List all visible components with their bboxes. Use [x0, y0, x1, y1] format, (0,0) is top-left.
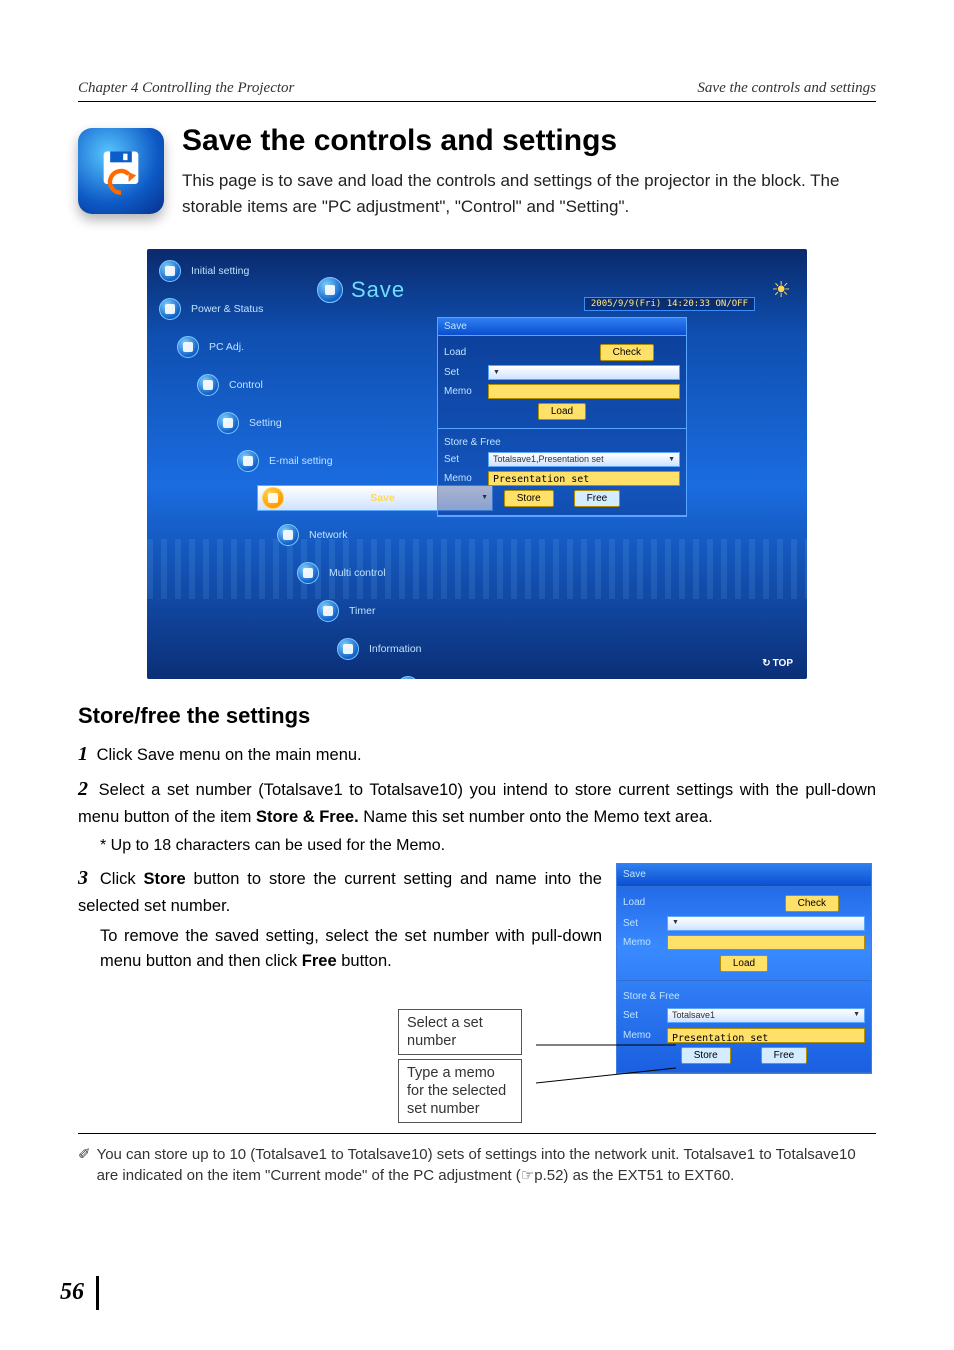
nav-timer[interactable]: Timer — [317, 597, 493, 625]
panel2-title: Save — [623, 869, 646, 880]
step-1-text: Click Save menu on the main menu. — [92, 746, 362, 764]
save-heading-badge: Save — [317, 277, 405, 303]
save-heading-icon — [317, 277, 343, 303]
footnote-text: You can store up to 10 (Totalsave1 to To… — [97, 1144, 876, 1188]
page-number: 56 — [60, 1279, 84, 1306]
callout-type-memo: Type a memo for the selected set number — [398, 1059, 522, 1123]
store-button[interactable]: Store — [504, 490, 554, 507]
set2-label: Set — [444, 454, 482, 465]
footnote: ✐ You can store up to 10 (Totalsave1 to … — [78, 1134, 876, 1188]
save-hero-icon — [78, 128, 164, 214]
page-number-bar — [96, 1276, 99, 1310]
save-panel: Save Load Check Set Memo Load Store & Fre… — [437, 317, 687, 517]
clock-display: 2005/9/9(Fri) 14:20:33 ON/OFF — [584, 297, 755, 311]
p2-load-button[interactable]: Load — [720, 955, 768, 972]
p2-load-memo — [667, 935, 865, 950]
step-2-note: * Up to 18 characters can be used for th… — [100, 834, 876, 859]
p2-free-button[interactable]: Free — [761, 1047, 808, 1064]
p2-store-button[interactable]: Store — [681, 1047, 731, 1064]
step-2b: Store & Free. — [256, 808, 359, 826]
p2-store-set-select[interactable]: Totalsave1 — [667, 1008, 865, 1023]
subheading: Store/free the settings — [78, 703, 876, 729]
pencil-icon: ✐ — [78, 1144, 91, 1188]
load-button[interactable]: Load — [538, 403, 586, 420]
step-3-num: 3 — [78, 867, 88, 889]
store-set-select[interactable]: Totalsave1,Presentation set — [488, 452, 680, 467]
memo-label: Memo — [444, 386, 482, 397]
store-memo-field[interactable]: Presentation set — [488, 471, 680, 486]
step-3f: button. — [337, 952, 392, 970]
save-panel-detail: Save LoadCheck Set Memo Load Store & Fre… — [616, 863, 872, 1074]
set-label: Set — [444, 367, 482, 378]
running-head-left: Chapter 4 Controlling the Projector — [78, 80, 294, 97]
step-3a: Click — [92, 870, 144, 888]
page-intro: This page is to save and load the contro… — [182, 168, 876, 221]
running-head-right: Save the controls and settings — [697, 80, 876, 97]
running-head: Chapter 4 Controlling the Projector Save… — [78, 80, 876, 102]
step-2-num: 2 — [78, 778, 88, 800]
step-3b: Store — [144, 870, 186, 888]
load-label: Load — [444, 347, 482, 358]
nav-multi-control[interactable]: Multi control — [297, 559, 493, 587]
memo2-label: Memo — [444, 473, 482, 484]
callout-select-set: Select a set number — [398, 1009, 522, 1055]
p2-check-button[interactable]: Check — [785, 895, 839, 912]
app-screenshot: Initial setting Power & Status PC Adj. C… — [147, 249, 807, 679]
top-link[interactable]: TOP — [762, 658, 793, 669]
store-free-label: Store & Free — [444, 437, 501, 448]
page-title: Save the controls and settings — [182, 124, 876, 158]
lamp-icon: ☀ — [771, 277, 791, 303]
step-2c: Name this set number onto the Memo text … — [359, 808, 713, 826]
p2-load-set-select[interactable] — [667, 916, 865, 931]
p2-store-memo-field[interactable]: Presentation set — [667, 1028, 865, 1043]
nav-snmp-setting[interactable]: SNMP setting — [397, 673, 493, 679]
panel-title: Save — [444, 321, 467, 332]
nav-network[interactable]: Network — [277, 521, 493, 549]
free-button[interactable]: Free — [574, 490, 621, 507]
step-1-num: 1 — [78, 743, 88, 765]
nav-information[interactable]: Information — [337, 635, 493, 663]
load-memo-field — [488, 384, 680, 399]
load-set-select[interactable] — [488, 365, 680, 380]
step-3e: Free — [302, 952, 337, 970]
save-heading-label: Save — [351, 277, 405, 303]
check-button[interactable]: Check — [600, 344, 654, 361]
